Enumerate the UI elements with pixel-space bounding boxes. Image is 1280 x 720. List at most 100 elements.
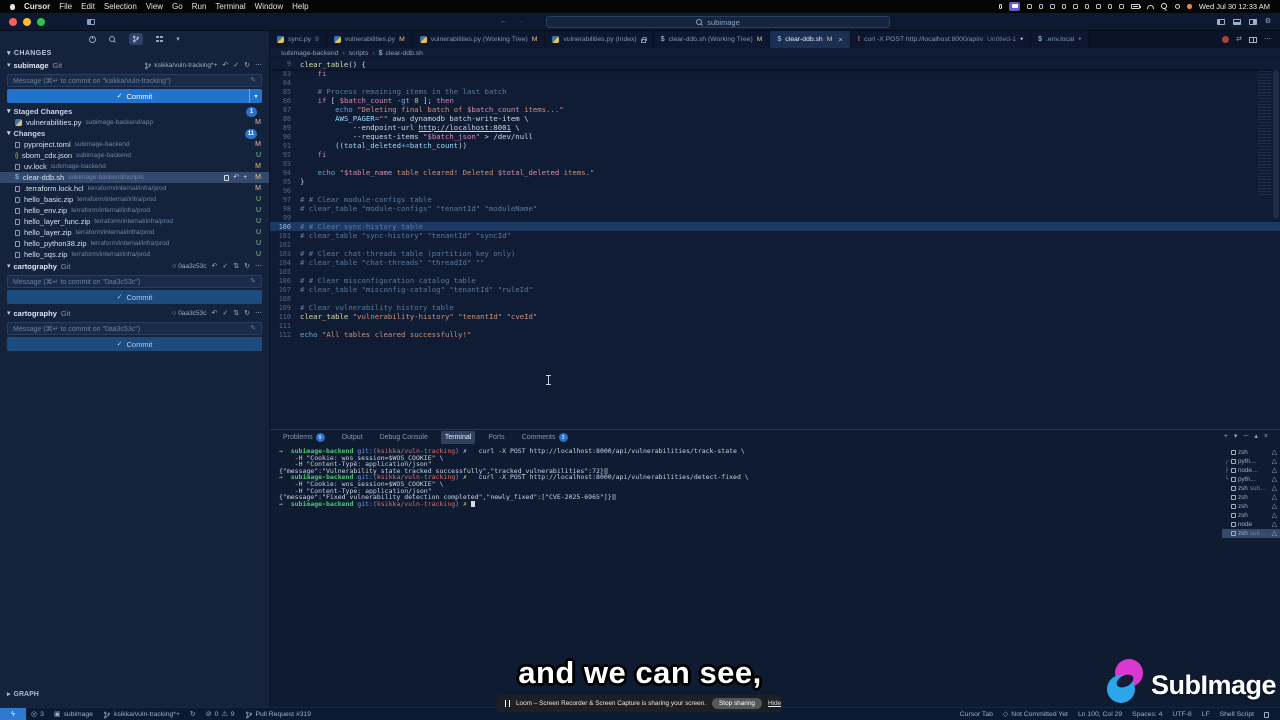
line-content[interactable]: # Process remaining items in the last ba…	[300, 87, 507, 96]
screenshare-icon[interactable]	[1009, 2, 1021, 11]
tab-close-icon[interactable]: ×	[838, 35, 842, 44]
terminal-session-row[interactable]: ┌ pyth… △	[1222, 457, 1280, 466]
refresh-icon[interactable]: ↻	[244, 310, 250, 317]
swap-icon[interactable]: ⇅	[233, 263, 239, 270]
layout-right-icon[interactable]	[1248, 18, 1257, 25]
panel-tab-comments[interactable]: Comments 3	[518, 431, 572, 444]
alert-dot-icon[interactable]	[1187, 4, 1192, 9]
menu-item-file[interactable]: File	[59, 2, 72, 11]
panel-tab-output[interactable]: Output	[338, 431, 367, 444]
scm-file-row[interactable]: .terraform.lock.hcl terraform/internal/in…	[0, 183, 269, 194]
sync-indicator[interactable]: ↻	[185, 708, 201, 720]
discard-icon[interactable]: ↶	[233, 174, 239, 181]
profile-icon[interactable]	[1174, 3, 1181, 10]
gear-icon[interactable]: ⚙	[1265, 18, 1271, 25]
editor-tab[interactable]: $ clear-ddb.sh M ×	[770, 31, 851, 48]
close-window-button[interactable]	[9, 17, 17, 26]
battery-icon[interactable]	[1130, 4, 1141, 9]
search-icon[interactable]	[109, 35, 116, 43]
terminal-session-row[interactable]: zsh sub… △	[1222, 529, 1280, 538]
swap-icon[interactable]: ⇅	[233, 310, 239, 317]
mic-icon[interactable]	[999, 4, 1003, 9]
terminal-session-row[interactable]: zsh △	[1222, 511, 1280, 520]
line-content[interactable]: --endpoint-url http://localhost:8001 \	[300, 123, 520, 132]
refresh-icon[interactable]: ↻	[244, 263, 250, 270]
line-content[interactable]: # # Clear module-configs table	[300, 195, 432, 204]
scm-file-row[interactable]: uv.lock subimage-backend M	[0, 161, 269, 172]
changes-group-header[interactable]: ▾ Changes 11	[0, 128, 269, 139]
terminal-session-row[interactable]: zsh △	[1222, 448, 1280, 457]
chevron-up-icon[interactable]: ▴	[1254, 433, 1258, 440]
status-icon[interactable]	[1119, 4, 1124, 9]
line-content[interactable]: fi	[300, 69, 327, 78]
line-content[interactable]: --request-items "$batch_json" > /dev/nul…	[300, 132, 533, 141]
more-icon[interactable]: ⋯	[1264, 36, 1271, 43]
scm-file-row[interactable]: {} sbom_cdx.json subimage-backend U	[0, 150, 269, 161]
status-icon[interactable]	[1050, 4, 1055, 9]
menu-app-name[interactable]: Cursor	[24, 2, 50, 11]
cursor-tab-indicator[interactable]: Cursor Tab	[955, 708, 998, 720]
menu-item-edit[interactable]: Edit	[81, 2, 95, 11]
layout-left-icon[interactable]	[1216, 18, 1225, 25]
line-content[interactable]: # clear_table "module-configs" "tenantId…	[300, 204, 537, 213]
check-icon[interactable]: ✓	[233, 62, 239, 69]
scm-file-row[interactable]: pyproject.toml subimage-backend M	[0, 139, 269, 150]
pause-icon[interactable]	[505, 700, 510, 707]
code-editor[interactable]: 83 fi 84 85 # Process remaining items in t…	[270, 69, 1280, 429]
editor-tab[interactable]: vulnerabilities.py (Index)	[545, 31, 654, 48]
back-icon[interactable]: ←	[500, 18, 507, 25]
menu-item-terminal[interactable]: Terminal	[215, 2, 245, 11]
discard-icon[interactable]: ↶	[212, 310, 218, 317]
scm-file-row[interactable]: vulnerabilities.py subimage-backend/app M	[0, 117, 269, 128]
menu-item-help[interactable]: Help	[292, 2, 308, 11]
commit-button[interactable]: ✓ Commit	[7, 337, 262, 351]
repo-ref[interactable]: ○ 0aa3c53c	[172, 310, 206, 317]
command-center-search[interactable]: subimage	[546, 16, 890, 28]
minimize-window-button[interactable]	[23, 17, 31, 26]
open-file-icon[interactable]	[224, 174, 230, 181]
line-content[interactable]: ((total_deleted+=batch_count))	[300, 141, 467, 150]
more-icon[interactable]: ⋯	[255, 310, 262, 317]
editor-tab[interactable]: $ clear-ddb.sh (Working Tree) M	[653, 31, 771, 48]
extensions-icon[interactable]	[156, 35, 163, 43]
line-content[interactable]: AWS_PAGER="" aws dynamodb batch-write-it…	[300, 114, 528, 123]
scm-file-row[interactable]: $ clear-ddb.sh subimage-backend/scripts ↶ + M	[0, 172, 269, 183]
split-line-icon[interactable]: ─	[1243, 433, 1248, 440]
apple-icon[interactable]	[10, 3, 15, 10]
line-content[interactable]: # clear_table "chat-threads" "threadId" …	[300, 258, 485, 267]
more-icon[interactable]: ⋯	[255, 62, 262, 69]
commit-status-indicator[interactable]: ◇ Not Committed Yet	[998, 708, 1073, 720]
line-content[interactable]: clear_table "vulnerability-history" "ten…	[300, 312, 537, 321]
record-icon[interactable]	[1222, 36, 1230, 43]
line-content[interactable]: # Clear vulnerability history table	[300, 303, 454, 312]
editor-tab[interactable]: ! curl -X POST http://localhost:8000/api/…	[850, 31, 1032, 48]
stop-sharing-button[interactable]: Stop sharing	[712, 698, 762, 709]
status-icon[interactable]	[1084, 4, 1090, 9]
panel-tab-problems[interactable]: Problems 9	[279, 431, 329, 444]
status-icon[interactable]	[1038, 4, 1044, 9]
close-icon[interactable]: ×	[1264, 433, 1268, 440]
stage-icon[interactable]: +	[243, 174, 247, 181]
repo-ref[interactable]: ksikka/vuln-tracking*+	[144, 62, 217, 70]
changes-group-header[interactable]: ▾ Staged Changes 1	[0, 106, 269, 117]
history-icon[interactable]	[89, 35, 97, 43]
menubar-clock[interactable]: Wed Jul 30 12:33 AM	[1199, 2, 1270, 11]
repo-ref[interactable]: ○ 0aa3c53c	[172, 263, 206, 270]
port-forward-indicator[interactable]: ◎ 3	[26, 708, 49, 720]
search-icon[interactable]	[1160, 3, 1168, 10]
line-content[interactable]: }	[300, 177, 304, 186]
line-content[interactable]: echo "$table_name table cleared! Deleted…	[300, 168, 595, 177]
commit-button[interactable]: ✓ Commit ▾	[7, 89, 262, 103]
pull-request-indicator[interactable]: Pull Request #319	[240, 708, 317, 720]
scm-file-row[interactable]: hello_basic.zip terraform/internal/infra/…	[0, 194, 269, 205]
menu-item-run[interactable]: Run	[192, 2, 207, 11]
breadcrumb-item[interactable]: subimage-backend	[281, 50, 338, 57]
line-content[interactable]: # # Clear chat-threads table (partition …	[300, 249, 515, 258]
discard-icon[interactable]: ↶	[212, 263, 218, 270]
repo-header-cartography[interactable]: ▾ cartography Git ○ 0aa3c53c ↶ ✓ ⇅ ↻ ⋯	[0, 260, 269, 273]
source-control-icon[interactable]	[129, 33, 144, 45]
line-content[interactable]: # clear_table "sync-history" "tenantId" …	[300, 231, 511, 240]
repo-header-cartography[interactable]: ▾ cartography Git ○ 0aa3c53c ↶ ✓ ⇅ ↻ ⋯	[0, 307, 269, 320]
menu-item-selection[interactable]: Selection	[104, 2, 137, 11]
branch-indicator[interactable]: ksikka/vuln-tracking*+	[98, 708, 185, 720]
